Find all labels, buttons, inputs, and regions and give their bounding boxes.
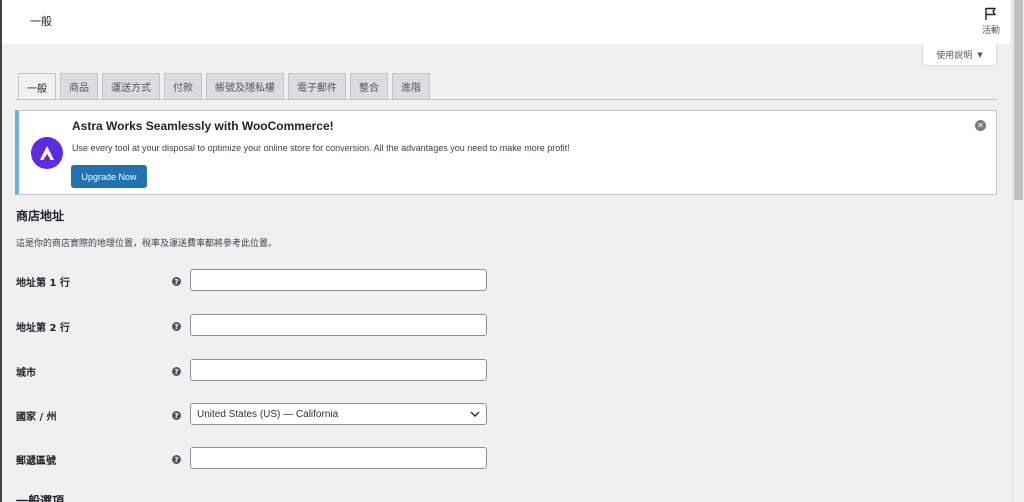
astra-logo-icon — [31, 137, 63, 169]
scrollbar-thumb[interactable] — [1014, 0, 1023, 200]
caret-down-icon: ▼ — [977, 50, 983, 59]
address2-label: 地址第 2 行 — [16, 323, 70, 334]
help-tip-icon[interactable]: ? — [172, 455, 181, 464]
scrollbar[interactable] — [1012, 0, 1024, 502]
country-select[interactable]: United States (US) — California — [190, 403, 487, 425]
activity-button[interactable]: 活動 — [978, 7, 1004, 36]
store-address-description: 這是你的商店實際的地理位置，稅率及運送費率都將參考此位置。 — [16, 239, 278, 249]
tabs-divider — [16, 99, 997, 100]
tab-products[interactable]: 商品 — [60, 73, 98, 99]
flag-icon — [985, 7, 996, 20]
chevron-down-icon — [470, 411, 480, 417]
help-tip-icon[interactable]: ? — [172, 277, 181, 286]
postcode-input[interactable] — [190, 447, 487, 469]
tab-emails[interactable]: 電子郵件 — [288, 73, 346, 99]
postcode-row: 郵遞區號 ? — [16, 447, 496, 471]
country-row: 國家 / 州 ? United States (US) — California — [16, 403, 496, 427]
dismiss-icon[interactable]: ✕ — [975, 120, 986, 131]
page-title: 一般 — [30, 15, 52, 28]
postcode-label: 郵遞區號 — [16, 456, 56, 467]
admin-sidebar-edge — [0, 0, 2, 502]
help-button[interactable]: 使用說明 ▼ — [922, 44, 997, 66]
help-tip-icon[interactable]: ? — [172, 322, 181, 331]
tab-integration[interactable]: 整合 — [350, 73, 388, 99]
address2-input[interactable] — [190, 314, 487, 336]
country-selected-value: United States (US) — California — [197, 408, 339, 420]
store-address-heading: 商店地址 — [16, 209, 65, 223]
tab-payments[interactable]: 付款 — [164, 73, 202, 99]
upgrade-now-button[interactable]: Upgrade Now — [71, 165, 147, 188]
top-header-bar: 一般 活動 — [2, 0, 1010, 44]
notice-title: Astra Works Seamlessly with WooCommerce! — [72, 119, 334, 133]
tab-accounts-privacy[interactable]: 帳號及隱私權 — [206, 73, 284, 99]
help-label: 使用說明 — [936, 51, 973, 61]
city-row: 城市 ? — [16, 359, 496, 383]
address2-row: 地址第 2 行 ? — [16, 314, 496, 338]
settings-tabs: 一般 商品 運送方式 付款 帳號及隱私權 電子郵件 整合 進階 — [18, 73, 430, 100]
address1-input[interactable] — [190, 269, 487, 291]
help-tip-icon[interactable]: ? — [172, 411, 181, 420]
address1-label: 地址第 1 行 — [16, 278, 70, 289]
astra-notice: Astra Works Seamlessly with WooCommerce!… — [15, 110, 997, 195]
tab-general[interactable]: 一般 — [18, 73, 56, 100]
city-label: 城市 — [16, 368, 36, 379]
activity-label: 活動 — [981, 26, 1000, 36]
city-input[interactable] — [190, 359, 487, 381]
help-tip-icon[interactable]: ? — [172, 367, 181, 376]
general-options-heading: 一般選項 — [16, 494, 65, 502]
notice-text: Use every tool at your disposal to optim… — [72, 143, 570, 153]
tab-shipping[interactable]: 運送方式 — [102, 73, 160, 99]
tab-advanced[interactable]: 進階 — [392, 73, 430, 99]
country-label: 國家 / 州 — [16, 412, 57, 423]
address1-row: 地址第 1 行 ? — [16, 269, 496, 293]
